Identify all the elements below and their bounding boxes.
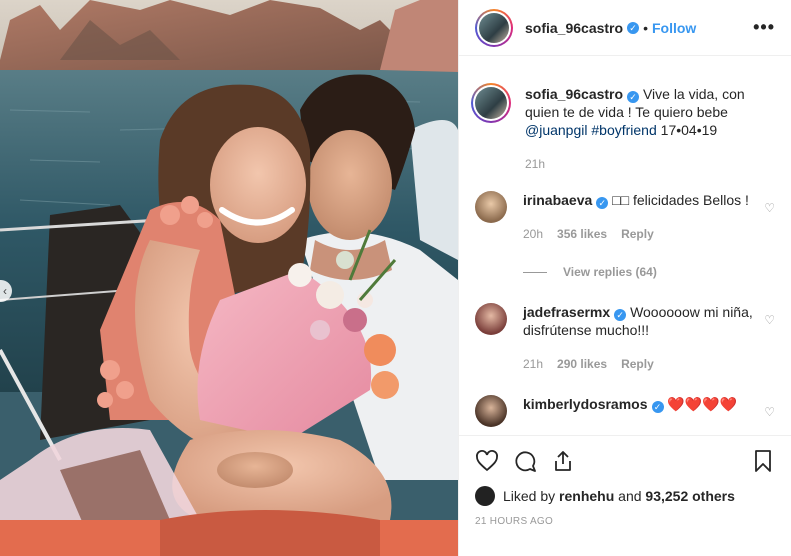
post-timestamp: 21 HOURS AGO xyxy=(475,516,554,527)
comment-icon[interactable] xyxy=(513,449,537,473)
divider xyxy=(523,271,547,273)
verified-badge-icon: ✓ xyxy=(596,197,609,209)
reply-button[interactable]: Reply xyxy=(621,225,654,243)
heart-icon[interactable] xyxy=(475,449,499,473)
commenter-avatar[interactable] xyxy=(475,303,507,335)
more-options-icon[interactable]: ••• xyxy=(753,17,775,38)
comment-text: ❤️❤️❤️❤️ xyxy=(667,396,738,412)
post-header: sofia_96castro ✓ • Follow ••• xyxy=(459,0,791,56)
commenter-username[interactable]: jadefrasermx xyxy=(523,304,610,320)
comment-time: 21h xyxy=(523,357,544,371)
view-replies-button[interactable]: View replies (64) xyxy=(523,265,775,279)
author-username[interactable]: sofia_96castro xyxy=(525,20,623,36)
hashtag-link[interactable]: #boyfriend xyxy=(591,122,656,138)
likes-and: and xyxy=(618,488,642,504)
caption-date: 17•04•19 xyxy=(660,122,718,138)
caption: sofia_96castro ✓ Vive la vida, con quien … xyxy=(471,83,775,173)
verified-badge-icon: ✓ xyxy=(614,309,627,321)
comment-item: irinabaeva ✓ □□ felicidades Bellos ! 20h … xyxy=(475,191,775,243)
post-details-panel: sofia_96castro ✓ • Follow ••• sofia_96ca… xyxy=(458,0,791,556)
verified-badge-icon: ✓ xyxy=(651,401,664,413)
reply-button[interactable]: Reply xyxy=(621,355,654,373)
post-image xyxy=(0,0,458,556)
commenter-username[interactable]: kimberlydosramos xyxy=(523,396,648,412)
commenter-avatar[interactable] xyxy=(475,395,507,427)
comment-like-heart-icon[interactable]: ♡ xyxy=(764,405,775,419)
bookmark-icon[interactable] xyxy=(751,449,775,473)
follow-button[interactable]: Follow xyxy=(652,20,696,36)
comment-text: □□ felicidades Bellos ! xyxy=(612,192,749,208)
likes-summary: Liked by renhehu and 93,252 others xyxy=(475,486,775,506)
action-icons xyxy=(475,446,775,476)
share-icon[interactable] xyxy=(551,449,575,473)
caption-username[interactable]: sofia_96castro xyxy=(525,86,623,102)
post-photo[interactable]: ‹ xyxy=(0,0,458,556)
comment-likes[interactable]: 356 likes xyxy=(557,225,607,243)
comment-item: kimberlydosramos ✓ ❤️❤️❤️❤️ ♡ xyxy=(475,395,775,427)
caption-avatar[interactable] xyxy=(471,83,511,123)
liker-username[interactable]: renhehu xyxy=(559,488,614,504)
comment-like-heart-icon[interactable]: ♡ xyxy=(764,201,775,215)
comment-likes[interactable]: 290 likes xyxy=(557,355,607,373)
header-separator: • xyxy=(643,19,648,36)
verified-badge-icon: ✓ xyxy=(627,21,640,34)
author-avatar[interactable] xyxy=(475,8,513,47)
comment-item: jadefrasermx ✓ Woooooow mi niña, disfrúte… xyxy=(475,303,775,373)
view-replies-label: View replies (64) xyxy=(563,265,657,279)
chevron-left-icon: ‹ xyxy=(3,284,7,298)
verified-badge-icon: ✓ xyxy=(627,91,640,103)
mention-link[interactable]: @juanpgil xyxy=(525,122,587,138)
commenter-avatar[interactable] xyxy=(475,191,507,223)
comment-time: 20h xyxy=(523,227,544,241)
commenter-username[interactable]: irinabaeva xyxy=(523,192,592,208)
comment-like-heart-icon[interactable]: ♡ xyxy=(764,313,775,327)
liked-by-prefix: Liked by xyxy=(503,488,556,504)
post-actions: Liked by renhehu and 93,252 others 21 HO… xyxy=(459,435,791,527)
likes-others-link[interactable]: 93,252 others xyxy=(645,488,735,504)
liker-avatar[interactable] xyxy=(475,486,495,506)
caption-time: 21h xyxy=(525,157,546,171)
comments-list[interactable]: sofia_96castro ✓ Vive la vida, con quien … xyxy=(459,57,791,435)
